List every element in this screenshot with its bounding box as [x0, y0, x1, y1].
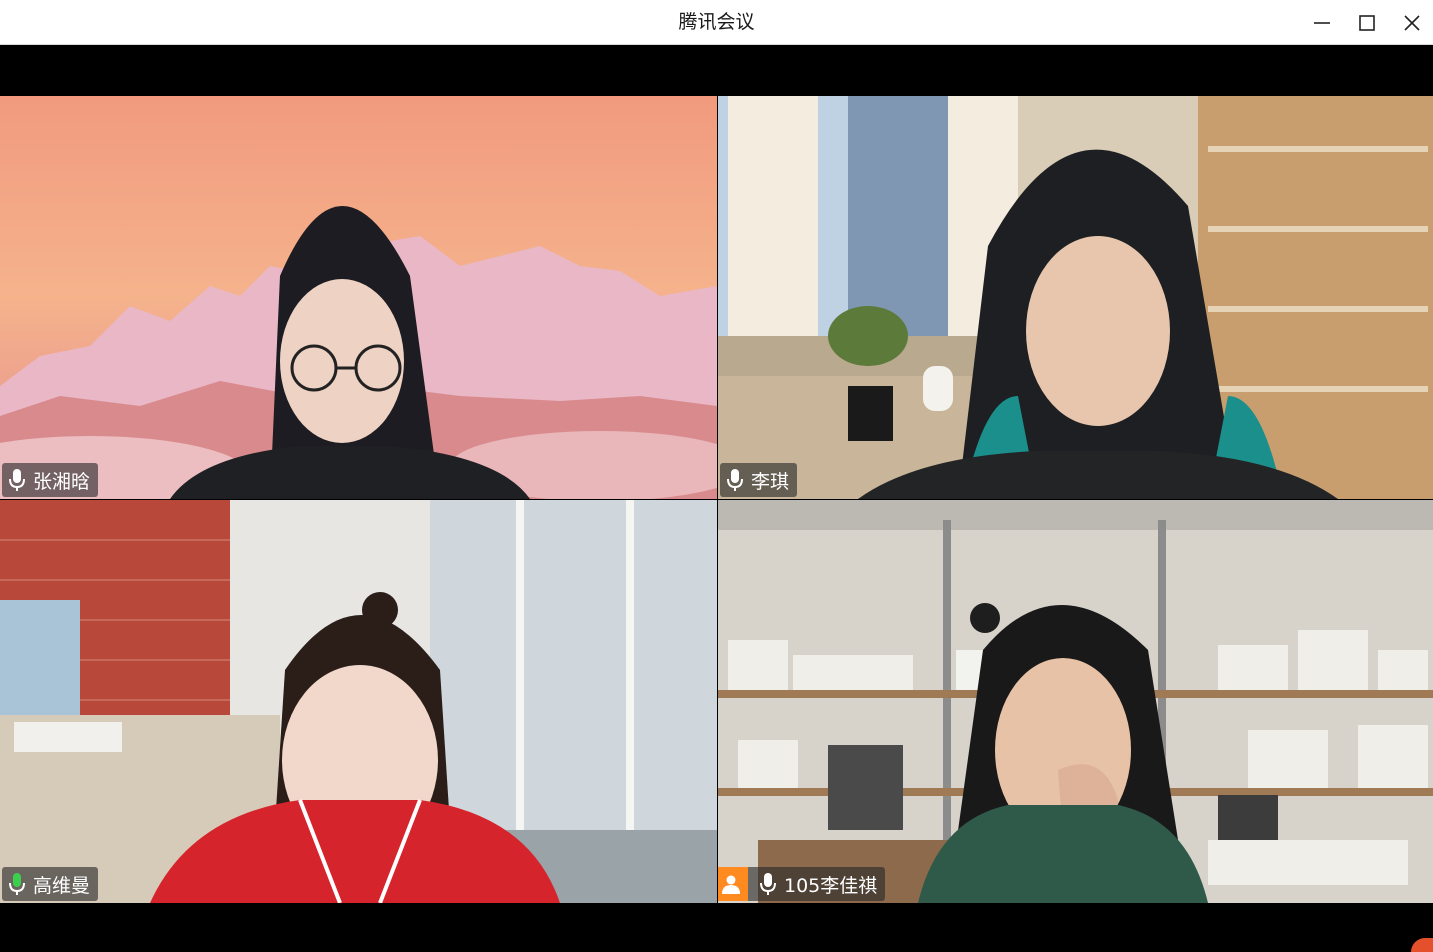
microphone-icon	[760, 873, 776, 895]
microphone-icon	[727, 469, 743, 491]
maximize-button[interactable]	[1345, 0, 1389, 45]
maximize-icon	[1359, 14, 1375, 31]
participant-name-tag: 105李佳祺	[718, 867, 886, 901]
corner-indicator-icon	[1411, 938, 1433, 952]
video-area-top-margin	[0, 45, 1433, 96]
close-icon	[1404, 14, 1420, 31]
participant-name-tag: 张湘晗	[2, 463, 99, 497]
video-feed-3	[0, 500, 717, 903]
video-tile-1[interactable]: 张湘晗	[0, 96, 717, 499]
participant-name-tag: 李琪	[720, 463, 798, 497]
video-feed-1	[0, 96, 717, 499]
close-button[interactable]	[1390, 0, 1433, 45]
microphone-active-icon	[9, 873, 25, 895]
video-feed-4	[718, 500, 1433, 903]
video-area-bottom-margin	[0, 903, 1433, 952]
microphone-icon	[9, 469, 25, 491]
title-bar: 腾讯会议	[0, 0, 1433, 45]
participant-name: 105李佳祺	[784, 874, 878, 897]
video-tile-3-active-speaker[interactable]: 高维曼	[0, 500, 717, 903]
participant-name: 高维曼	[33, 874, 91, 897]
participant-name: 张湘晗	[33, 470, 91, 493]
window-title: 腾讯会议	[678, 11, 755, 33]
participant-name-tag: 高维曼	[2, 867, 99, 901]
user-avatar-icon[interactable]	[718, 867, 748, 901]
video-tile-4[interactable]: 105李佳祺	[718, 500, 1433, 903]
minimize-button[interactable]	[1300, 0, 1344, 45]
minimize-icon	[1314, 21, 1330, 24]
participant-name: 李琪	[751, 470, 790, 493]
video-feed-2	[718, 96, 1433, 499]
video-tile-2[interactable]: 李琪	[718, 96, 1433, 499]
